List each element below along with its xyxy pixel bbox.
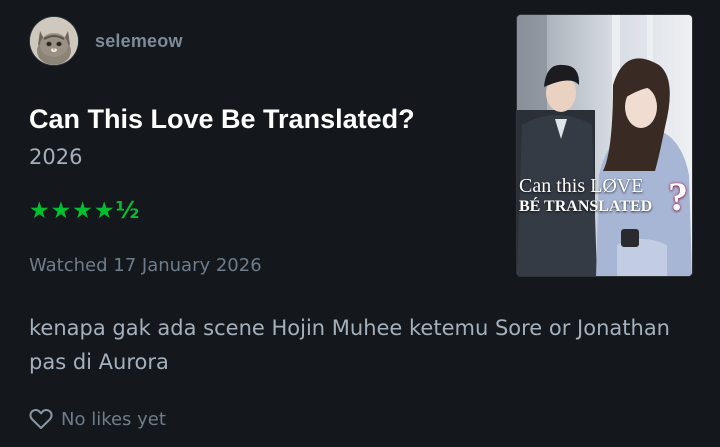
review-text: kenapa gak ada scene Hojin Muhee ketemu … xyxy=(29,316,670,374)
poster-title-line1: Can this LØVE xyxy=(519,175,644,197)
poster-question-mark: ? xyxy=(668,174,688,219)
star-rating: ★★★★½ xyxy=(29,198,141,224)
likes[interactable]: No likes yet xyxy=(29,408,166,430)
username[interactable]: selemeow xyxy=(95,31,183,52)
avatar[interactable] xyxy=(30,17,78,65)
poster-title: Can this LØVE BÉ TRANSLATED xyxy=(519,175,690,217)
film-year[interactable]: 2026 xyxy=(29,145,82,169)
review-card: selemeow Can This Love Be Translated? 20… xyxy=(0,0,720,447)
likes-label: No likes yet xyxy=(61,408,166,430)
film-poster[interactable]: Can this LØVE BÉ TRANSLATED ? xyxy=(517,15,692,276)
poster-artwork xyxy=(517,15,692,276)
film-title[interactable]: Can This Love Be Translated? xyxy=(29,104,415,135)
watched-date: Watched 17 January 2026 xyxy=(29,255,262,276)
reviewer[interactable]: selemeow xyxy=(30,17,183,65)
poster-title-line2: BÉ TRANSLATED xyxy=(519,198,653,215)
heart-outline-icon[interactable] xyxy=(29,408,53,430)
cat-avatar-image xyxy=(30,17,78,65)
